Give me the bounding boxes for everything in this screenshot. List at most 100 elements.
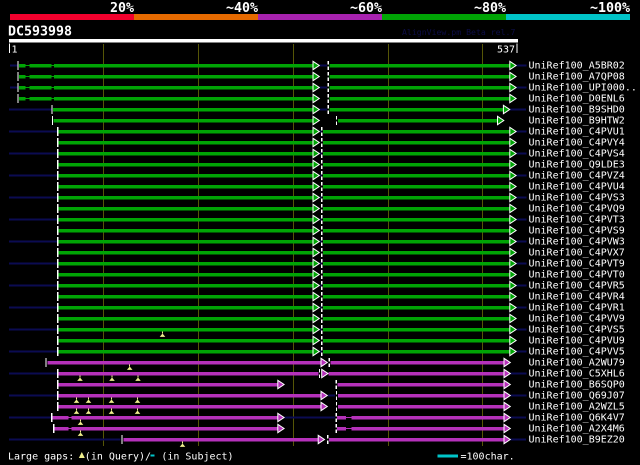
segment-resume-tick bbox=[321, 297, 323, 301]
hit-label: UniRef100_C4PVR5 bbox=[529, 280, 625, 291]
hsp-block bbox=[323, 173, 510, 178]
segment-start-tick bbox=[17, 83, 19, 92]
hit-label: UniRef100_C4PVU4 bbox=[529, 181, 625, 192]
segment-start-tick bbox=[56, 193, 59, 202]
subject-overhang-line bbox=[9, 416, 51, 419]
segment-resume-tick bbox=[321, 352, 323, 356]
hsp-block bbox=[323, 140, 510, 145]
segment-start-tick bbox=[17, 61, 19, 70]
segment-resume-tick bbox=[321, 187, 323, 191]
segment-start-tick bbox=[56, 237, 59, 246]
scale-legend-label: =100char. bbox=[461, 452, 515, 463]
query-gap-stem bbox=[162, 331, 163, 334]
segment-resume-tick bbox=[321, 286, 323, 290]
segment-resume-tick bbox=[318, 369, 321, 373]
segment-start-tick bbox=[56, 149, 59, 158]
hsp-block bbox=[337, 382, 504, 387]
subject-overhang-line bbox=[10, 64, 18, 67]
hsp-block bbox=[29, 63, 52, 68]
subject-overhang-line bbox=[319, 64, 328, 67]
hsp-block bbox=[328, 371, 504, 376]
segment-resume-tick bbox=[321, 270, 323, 274]
segment-resume-tick bbox=[335, 391, 338, 395]
hsp-block bbox=[58, 140, 313, 145]
hit-label: UniRef100_C4PVV9 bbox=[529, 313, 625, 324]
query-gap-stem bbox=[111, 408, 112, 411]
query-gap-stem bbox=[182, 441, 183, 444]
hsp-block bbox=[58, 294, 313, 299]
subject-overhang-line bbox=[516, 240, 527, 243]
hsp-block bbox=[58, 228, 313, 233]
query-gap-stem bbox=[111, 375, 113, 378]
hsp-gap-connector bbox=[25, 75, 30, 78]
subject-overhang-line bbox=[319, 86, 328, 89]
query-gap-stem bbox=[76, 397, 77, 400]
subject-overhang-line bbox=[516, 350, 527, 353]
hit-label: UniRef100_Q69J07 bbox=[529, 390, 625, 401]
hsp-block bbox=[323, 338, 510, 343]
subject-overhang-line bbox=[328, 394, 336, 397]
segment-resume-tick bbox=[321, 182, 323, 186]
subject-overhang-line bbox=[9, 130, 57, 133]
hit-label: UniRef100_C4PVU1 bbox=[529, 126, 625, 137]
hsp-block bbox=[58, 316, 313, 321]
segment-resume-tick bbox=[321, 209, 323, 213]
hsp-block bbox=[71, 426, 278, 431]
segment-resume-tick bbox=[321, 220, 323, 224]
hit-label: UniRef100_C4PVS5 bbox=[529, 324, 625, 335]
footer-subject-gap-dash-icon bbox=[150, 454, 155, 457]
hsp-block bbox=[47, 360, 321, 365]
hsp-block bbox=[58, 129, 313, 134]
hsp-block bbox=[58, 305, 313, 310]
segment-resume-tick bbox=[327, 99, 329, 103]
hsp-block bbox=[338, 393, 504, 398]
segment-resume-tick bbox=[321, 264, 323, 268]
subject-overhang-line bbox=[9, 152, 57, 155]
hsp-block bbox=[351, 426, 504, 431]
query-gap-stem bbox=[129, 364, 131, 367]
segment-resume-tick bbox=[327, 94, 329, 98]
ruler-gridline bbox=[293, 44, 294, 446]
footer-text: Large gaps: bbox=[8, 452, 80, 463]
ruler-end-label: 537 bbox=[497, 45, 515, 56]
segment-resume-tick bbox=[335, 396, 338, 400]
hit-label: UniRef100_C5XHL6 bbox=[529, 368, 625, 379]
hit-label: UniRef100_C4PVX7 bbox=[529, 247, 625, 258]
query-gap-stem bbox=[137, 397, 138, 400]
hsp-block bbox=[323, 162, 510, 167]
segment-resume-tick bbox=[321, 347, 323, 351]
hsp-block bbox=[323, 294, 510, 299]
segment-start-tick bbox=[56, 314, 59, 323]
hsp-block bbox=[54, 85, 313, 90]
hit-label: UniRef100_C4PVZ4 bbox=[529, 170, 625, 181]
segment-resume-tick bbox=[321, 319, 323, 323]
identity-key-label: ~100% bbox=[590, 1, 630, 16]
hsp-block bbox=[323, 195, 510, 200]
query-gap-stem bbox=[137, 408, 138, 411]
subject-overhang-line bbox=[9, 108, 52, 111]
hit-label: UniRef100_C4PVR4 bbox=[529, 291, 625, 302]
subject-overhang-line bbox=[510, 394, 527, 397]
hsp-block bbox=[52, 415, 69, 420]
hsp-block bbox=[323, 349, 510, 354]
subject-overhang-line bbox=[516, 328, 527, 331]
segment-resume-tick bbox=[335, 385, 337, 389]
subject-overhang-line bbox=[516, 306, 527, 309]
hit-label: UniRef100_C4PVT9 bbox=[529, 258, 625, 269]
segment-start-tick bbox=[52, 424, 55, 433]
hit-label: UniRef100_A2WU79 bbox=[529, 357, 625, 368]
hsp-block bbox=[337, 426, 346, 431]
segment-resume-tick bbox=[335, 429, 337, 433]
segment-start-tick bbox=[121, 435, 123, 444]
subject-overhang-line bbox=[9, 372, 57, 375]
subject-overhang-line bbox=[510, 108, 526, 111]
hsp-block bbox=[329, 63, 510, 68]
hsp-gap-connector bbox=[345, 416, 352, 419]
segment-resume-tick bbox=[321, 154, 323, 158]
segment-resume-tick bbox=[321, 314, 323, 318]
hit-label: UniRef100_C4PVW3 bbox=[529, 236, 625, 247]
hsp-block bbox=[338, 404, 504, 409]
hsp-block bbox=[58, 371, 319, 376]
segment-start-tick bbox=[56, 303, 59, 312]
segment-resume-tick bbox=[335, 424, 337, 428]
